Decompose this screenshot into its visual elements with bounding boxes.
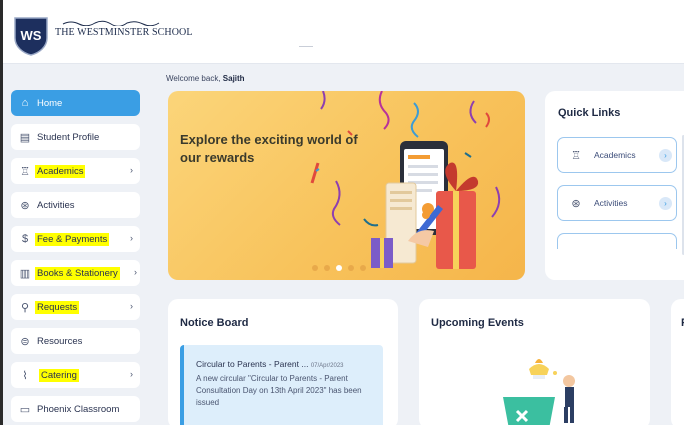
- sidebar-item-fee-payments[interactable]: $ Fee & Payments ›: [11, 226, 140, 252]
- notice-board-card: Notice Board Circular to Parents - Paren…: [168, 299, 398, 425]
- sidebar-item-label: Home: [37, 97, 63, 109]
- resources-icon: ⊜: [20, 335, 30, 348]
- sidebar-item-books-stationery[interactable]: ▥ Books & Stationery ›: [11, 260, 140, 286]
- chevron-right-icon: ›: [659, 149, 672, 162]
- sidebar-item-home[interactable]: ⌂ Home: [11, 90, 140, 116]
- sidebar-item-label: Academics: [35, 164, 86, 178]
- arabic-script-icon: [62, 20, 160, 26]
- activities-icon: ⊛: [20, 199, 30, 212]
- quick-link-academics[interactable]: ♖ Academics ›: [557, 137, 677, 173]
- sidebar-item-label: Phoenix Classroom: [37, 403, 120, 415]
- banner-title: Explore the exciting world of our reward…: [180, 132, 358, 165]
- academics-icon: ♖: [571, 149, 581, 162]
- quick-link-label: Activities: [594, 198, 628, 208]
- notice-item[interactable]: Circular to Parents - Parent ... 07/Apr/…: [180, 345, 383, 425]
- sidebar-item-label: Resources: [37, 335, 83, 347]
- quick-link-activities[interactable]: ⊛ Activities ›: [557, 185, 677, 221]
- sidebar-item-catering[interactable]: ⌇ Catering ›: [11, 362, 140, 388]
- notice-heading-row: Circular to Parents - Parent ... 07/Apr/…: [196, 359, 344, 369]
- sidebar-item-requests[interactable]: ⚲ Requests ›: [11, 294, 140, 320]
- notice-board-title: Notice Board: [180, 317, 249, 329]
- academics-icon: ♖: [20, 165, 30, 178]
- carousel-dot-active[interactable]: [336, 265, 342, 271]
- chevron-right-icon: ›: [130, 301, 133, 311]
- sidebar-item-academics[interactable]: ♖ Academics ›: [11, 158, 140, 184]
- carousel-dot[interactable]: [360, 265, 366, 271]
- notice-body: A new circular "Circular to Parents - Pa…: [196, 374, 362, 407]
- sidebar-item-label: Student Profile: [37, 131, 100, 143]
- notice-heading: Circular to Parents - Parent ...: [196, 359, 309, 369]
- rewards-illustration-icon: [310, 91, 501, 269]
- classroom-icon: ▭: [19, 403, 31, 416]
- quick-link-label: Academics: [594, 150, 636, 160]
- activities-icon: ⊛: [571, 197, 581, 210]
- sidebar-item-label: Books & Stationery: [35, 266, 120, 280]
- sidebar: ⌂ Home ▤ Student Profile ♖ Academics › ⊛…: [3, 64, 147, 425]
- welcome-message: Welcome back, Sajith: [166, 74, 245, 83]
- chevron-right-icon: ›: [130, 165, 133, 175]
- sidebar-item-phoenix-classroom[interactable]: ▭ Phoenix Classroom: [11, 396, 140, 422]
- sidebar-item-label: Catering: [39, 368, 79, 382]
- chevron-right-icon: ›: [659, 197, 672, 210]
- events-illustration-icon: [503, 359, 575, 425]
- sidebar-item-resources[interactable]: ⊜ Resources: [11, 328, 140, 354]
- fee-icon: $: [21, 233, 29, 245]
- sidebar-item-label: Activities: [37, 199, 75, 211]
- sidebar-item-label: Requests: [35, 300, 80, 314]
- school-name: THE WESTMINSTER SCHOOL: [55, 27, 193, 38]
- carousel-dot[interactable]: [348, 265, 354, 271]
- home-icon: ⌂: [21, 97, 29, 109]
- svg-text:WS: WS: [21, 28, 42, 43]
- profile-icon: ▤: [19, 131, 31, 144]
- third-card: P: [671, 299, 684, 425]
- books-icon: ▥: [19, 267, 31, 280]
- chevron-right-icon: ›: [130, 369, 133, 379]
- school-logo-icon[interactable]: WS: [13, 16, 49, 56]
- carousel-dot[interactable]: [324, 265, 330, 271]
- divider: [299, 46, 313, 47]
- welcome-prefix: Welcome back,: [166, 74, 221, 83]
- sidebar-item-label: Fee & Payments: [35, 232, 110, 246]
- catering-icon: ⌇: [22, 369, 28, 382]
- quick-links-panel: Quick Links ♖ Academics › ⊛ Activities ›: [545, 91, 684, 280]
- sidebar-item-student-profile[interactable]: ▤ Student Profile: [11, 124, 140, 150]
- user-name: Sajith: [222, 74, 245, 83]
- app-window: WS THE WESTMINSTER SCHOOL ⌂ Home ▤ Stude…: [0, 0, 684, 425]
- quick-links-title: Quick Links: [558, 107, 621, 119]
- chevron-right-icon: ›: [130, 233, 133, 243]
- upcoming-events-card: Upcoming Events: [419, 299, 650, 425]
- sidebar-item-activities[interactable]: ⊛ Activities: [11, 192, 140, 218]
- chevron-right-icon: ›: [134, 267, 137, 277]
- rewards-banner[interactable]: Explore the exciting world of our reward…: [168, 91, 525, 280]
- carousel-dot[interactable]: [312, 265, 318, 271]
- carousel-dots: [312, 265, 366, 271]
- requests-icon: ⚲: [20, 301, 30, 314]
- upcoming-events-title: Upcoming Events: [431, 317, 524, 329]
- quick-link-partial[interactable]: [557, 233, 677, 249]
- top-bar: WS THE WESTMINSTER SCHOOL: [3, 0, 684, 64]
- notice-date: 07/Apr/2023: [310, 363, 344, 369]
